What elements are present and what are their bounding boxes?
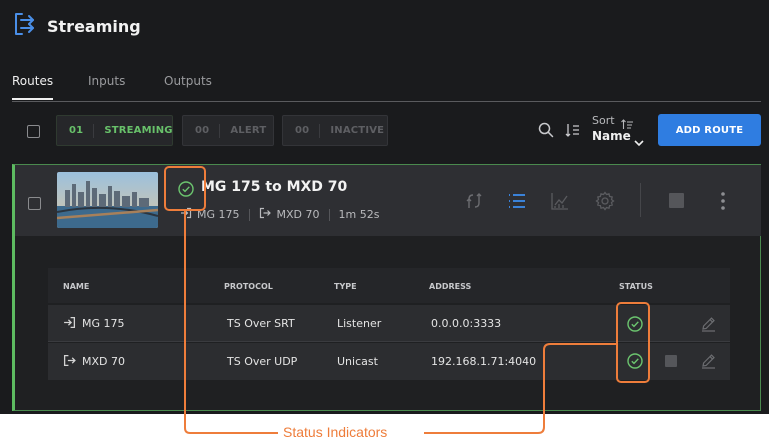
- tab-routes[interactable]: Routes: [12, 74, 54, 100]
- route-duration: 1m 52s: [338, 208, 380, 221]
- callout-box-endpoint-status: [616, 302, 650, 383]
- route-meta: MG 175 MXD 70 1m 52s: [180, 207, 379, 222]
- list-view-icon[interactable]: [507, 191, 527, 215]
- endpoint-protocol: TS Over UDP: [227, 355, 298, 368]
- endpoint-protocol: TS Over SRT: [227, 317, 295, 330]
- tab-inputs[interactable]: Inputs: [88, 74, 125, 88]
- route-output-name: MXD 70: [276, 208, 320, 221]
- endpoint-type: Unicast: [337, 355, 378, 368]
- route-name[interactable]: MG 175 to MXD 70: [201, 179, 347, 195]
- app-header: Streaming: [12, 12, 141, 40]
- route-thumbnail: [57, 172, 158, 228]
- endpoint-name: MXD 70: [82, 355, 125, 368]
- gear-icon[interactable]: [595, 191, 615, 215]
- col-header-type: TYPE: [334, 282, 357, 291]
- table-header: NAME PROTOCOL TYPE ADDRESS STATUS: [48, 268, 730, 303]
- col-header-name: NAME: [63, 282, 90, 291]
- col-header-status: STATUS: [619, 282, 653, 291]
- output-arrow-icon: [259, 207, 271, 222]
- stop-output-icon[interactable]: [665, 355, 677, 367]
- endpoint-name: MG 175: [82, 317, 125, 330]
- callout-box-route-status: [164, 166, 206, 211]
- search-icon[interactable]: [538, 122, 554, 142]
- input-arrow-icon: [63, 316, 76, 332]
- endpoint-address: 0.0.0.0:3333: [431, 317, 502, 330]
- route-path-icon[interactable]: [464, 191, 484, 215]
- callout-label: Status Indicators: [283, 424, 388, 440]
- streaming-icon: [12, 11, 38, 41]
- more-options-icon[interactable]: [719, 191, 727, 215]
- col-header-protocol: PROTOCOL: [224, 282, 273, 291]
- endpoint-address: 192.168.1.71:4040: [431, 355, 537, 368]
- statistics-icon[interactable]: [550, 191, 570, 215]
- col-header-address: ADDRESS: [429, 282, 472, 291]
- page-title: Streaming: [47, 16, 141, 36]
- streaming-app: Streaming Routes Inputs Outputs 01 STREA…: [0, 0, 769, 414]
- filter-label: ALERT: [230, 125, 267, 136]
- route-header: MG 175 to MXD 70 MG 175 MXD 70 1m 52s: [15, 165, 761, 236]
- filter-count: 00: [183, 123, 221, 138]
- tab-outputs[interactable]: Outputs: [164, 74, 212, 88]
- divider: [328, 208, 330, 221]
- filter-count: 00: [283, 123, 321, 138]
- stop-icon[interactable]: [669, 193, 684, 208]
- filter-alert[interactable]: 00 ALERT: [182, 115, 274, 146]
- filter-count: 01: [57, 123, 95, 138]
- endpoint-type: Listener: [337, 317, 382, 330]
- edit-icon[interactable]: [700, 315, 717, 335]
- filter-inactive[interactable]: 00 INACTIVE: [282, 115, 388, 146]
- route-checkbox[interactable]: [28, 197, 41, 210]
- filter-label: STREAMING: [104, 125, 173, 136]
- sort-label: Sort: [592, 114, 615, 127]
- filter-streaming[interactable]: 01 STREAMING: [56, 115, 173, 146]
- tab-bar: Routes Inputs Outputs: [12, 72, 761, 102]
- sort-order-icon[interactable]: [565, 122, 581, 142]
- select-all-checkbox[interactable]: [27, 125, 40, 138]
- filter-label: INACTIVE: [330, 125, 385, 136]
- edit-icon[interactable]: [700, 352, 717, 372]
- output-arrow-icon: [63, 354, 76, 370]
- divider: [248, 208, 250, 221]
- add-route-button[interactable]: ADD ROUTE: [658, 114, 761, 146]
- chevron-down-icon[interactable]: [634, 132, 644, 151]
- sort-select[interactable]: Name: [592, 129, 631, 143]
- divider: [640, 183, 641, 217]
